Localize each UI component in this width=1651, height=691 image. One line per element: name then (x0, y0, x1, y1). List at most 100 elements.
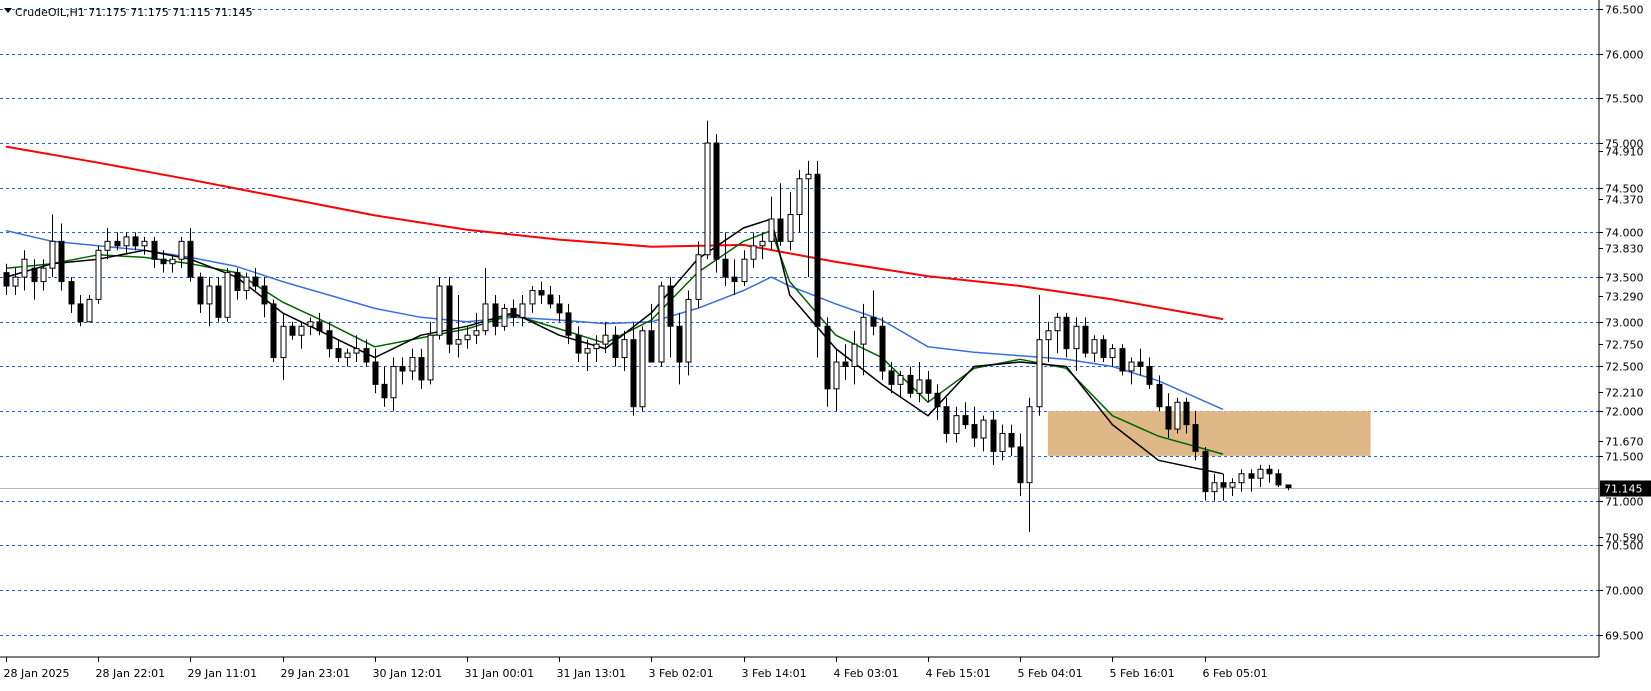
candle-body-down (1017, 446, 1024, 484)
candle-body-down (114, 240, 121, 247)
candle (436, 277, 443, 340)
candle (68, 277, 75, 313)
y-minor-label: 72.210 (1605, 387, 1644, 400)
candle-body-up (353, 348, 360, 354)
candle-body-down (58, 240, 65, 283)
candle-body-up (49, 240, 56, 269)
candle (1174, 397, 1181, 434)
candle (141, 236, 148, 255)
candle-body-down (234, 272, 241, 292)
candle (446, 277, 453, 354)
candle-body-down (1100, 339, 1107, 359)
candle-body-up (464, 334, 471, 341)
candle-body-up (768, 218, 775, 242)
candle-body-up (280, 325, 287, 359)
candle (639, 326, 646, 412)
candle (787, 192, 794, 251)
price-axis[interactable]: 76.50076.00075.50075.00074.50074.00073.5… (1599, 4, 1651, 643)
candle (123, 232, 130, 255)
candle (538, 281, 545, 304)
candle-body-down (612, 334, 619, 359)
candle (897, 370, 904, 398)
candle-body-down (943, 406, 950, 435)
candle-body-down (630, 339, 637, 408)
candle-body-down (824, 325, 831, 390)
candle-body-up (787, 214, 794, 242)
candle (925, 370, 932, 403)
candle-body-up (169, 258, 176, 265)
candle (289, 321, 296, 340)
candle (953, 406, 960, 443)
candle (132, 232, 139, 251)
triangle-down-icon[interactable] (4, 8, 12, 13)
candle-body-up (344, 352, 351, 359)
candle (685, 290, 692, 376)
candle-body-up (750, 245, 757, 260)
candle (556, 294, 563, 322)
candle (529, 286, 536, 313)
candle (77, 294, 84, 327)
candle-body-down (363, 348, 370, 363)
y-minor-label: 74.910 (1605, 146, 1644, 159)
candle-body-up (307, 321, 314, 327)
candle-body-down (814, 173, 821, 327)
candle-body-down (731, 276, 738, 283)
y-tick-label: 72.500 (1605, 361, 1644, 374)
candle-body-down (648, 330, 655, 363)
candle-body-up (851, 343, 858, 367)
candle-body-down (316, 321, 323, 332)
candle (1146, 357, 1153, 389)
y-tick-label: 75.500 (1605, 93, 1644, 106)
candle-body-up (427, 334, 434, 381)
candle-body-down (575, 334, 582, 354)
candle-body-up (860, 316, 867, 345)
price-chart[interactable]: 76.50076.00075.50075.00074.50074.00073.5… (0, 0, 1651, 691)
candle (86, 294, 93, 323)
candle-body-up (796, 178, 803, 216)
candle (58, 223, 65, 291)
chart-header: CrudeOIL,H1 71.175 71.175 71.115 71.145 (4, 6, 253, 19)
candle-body-up (95, 249, 102, 300)
candle-body-down (934, 392, 941, 408)
y-tick-label: 69.500 (1605, 630, 1644, 643)
candle-body-up (805, 173, 812, 180)
candle (1017, 433, 1024, 497)
candle-body-down (870, 316, 877, 327)
supply-zones (1047, 411, 1371, 456)
candle (971, 406, 978, 447)
candle (630, 321, 637, 416)
symbol-title: CrudeOIL,H1 71.175 71.175 71.115 71.145 (15, 6, 253, 19)
candle-body-down (888, 370, 895, 385)
y-tick-label: 70.000 (1605, 585, 1644, 598)
x-tick-label: 30 Jan 12:01 (373, 667, 443, 680)
candle (1202, 446, 1209, 501)
candle (1257, 464, 1264, 488)
candle (187, 227, 194, 282)
candle (197, 272, 204, 313)
candle (879, 317, 886, 380)
candle-body-down (372, 361, 379, 385)
candle (814, 160, 821, 358)
time-axis[interactable]: 28 Jan 2025 28 Jan 22:01 29 Jan 11:01 29 Ja… (4, 657, 1268, 680)
candle (870, 290, 877, 336)
candle-body-up (999, 433, 1006, 452)
candle-body-down (1183, 401, 1190, 426)
candle-body-up (390, 365, 397, 399)
candle-body-down (1202, 450, 1209, 493)
candle (796, 169, 803, 233)
candle (1054, 312, 1061, 354)
candle (1128, 357, 1135, 385)
candle-body-down (31, 267, 38, 283)
candle-body-up (1174, 401, 1181, 430)
candle-body-down (907, 374, 914, 394)
candle-body-down (215, 285, 222, 318)
candle-body-down (925, 379, 932, 394)
candle (49, 214, 56, 278)
candle (482, 268, 489, 336)
moving-averages (5, 145, 1224, 475)
candle (1211, 473, 1218, 501)
candle-body-down (335, 348, 342, 359)
candle (1285, 484, 1292, 491)
candle (1008, 424, 1015, 456)
candle-body-down (538, 290, 545, 296)
